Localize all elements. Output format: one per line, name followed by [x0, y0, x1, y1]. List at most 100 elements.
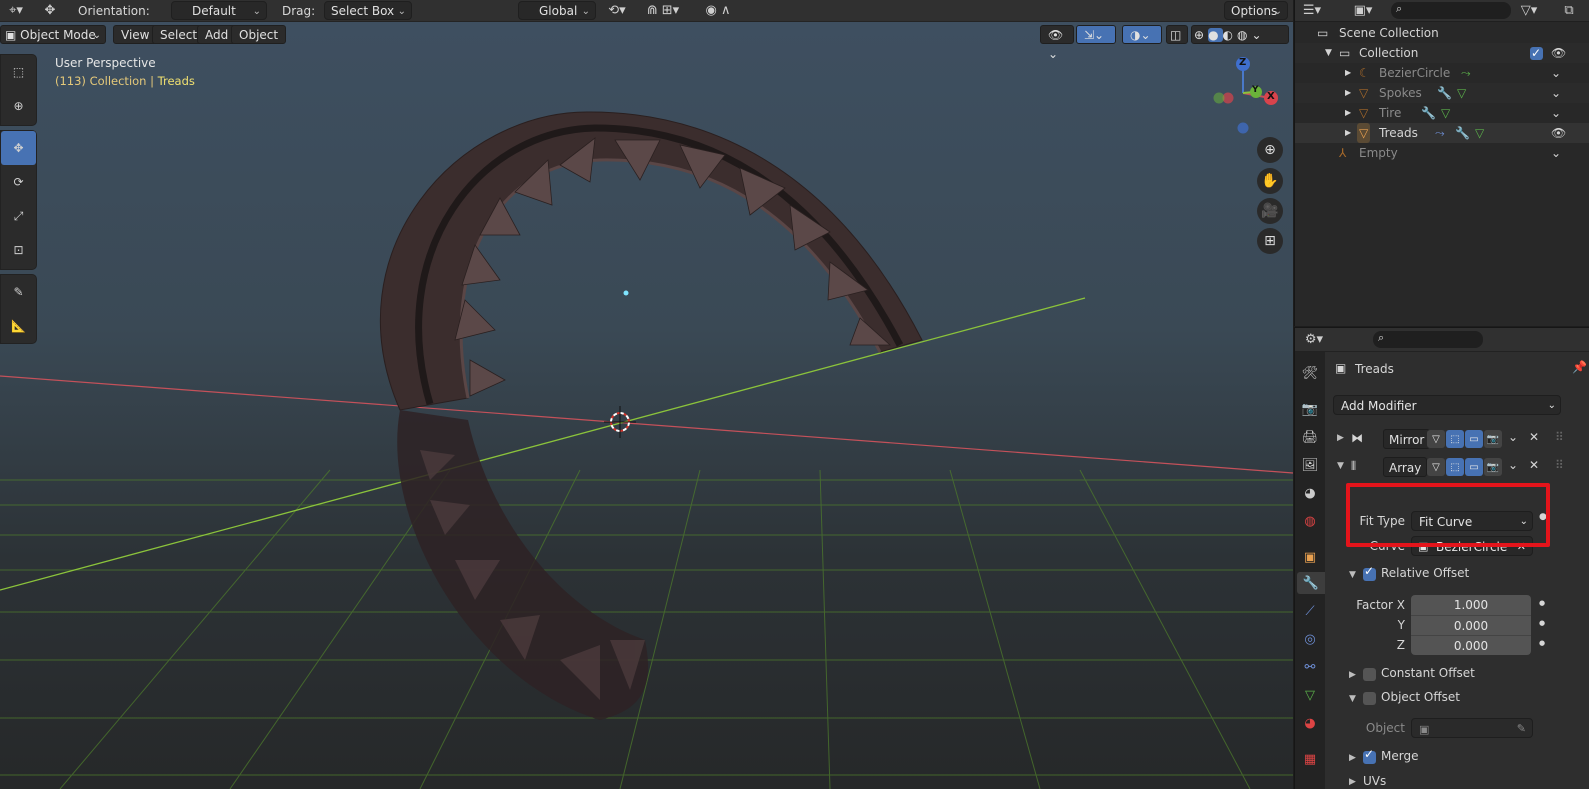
- particles-tab-icon[interactable]: ⟋: [1299, 600, 1321, 622]
- render-display-icon[interactable]: 📷: [1484, 458, 1502, 476]
- eye-icon[interactable]: 👁: [1551, 123, 1566, 143]
- expand-icon[interactable]: ▶: [1345, 83, 1351, 103]
- measure-icon[interactable]: 📐: [1, 309, 36, 343]
- rotate-icon[interactable]: ⟳: [1, 165, 36, 199]
- select-box-icon[interactable]: ⬚: [1, 55, 36, 89]
- drag-handle-icon[interactable]: ⠿: [1555, 430, 1564, 444]
- relative-offset-checkbox[interactable]: [1363, 564, 1376, 581]
- material-tab-icon[interactable]: ◕: [1299, 712, 1321, 734]
- modifier-name-field[interactable]: Mirror: [1383, 429, 1431, 449]
- move-icon[interactable]: ✥: [1, 131, 36, 165]
- properties-search-input[interactable]: ⌕: [1373, 331, 1483, 348]
- eye-icon[interactable]: 👁: [1551, 43, 1566, 63]
- visibility-dropdown[interactable]: 👁⌄: [1040, 25, 1074, 61]
- expand-icon[interactable]: ▶: [1349, 753, 1356, 763]
- shading-modes[interactable]: ⊕●◐◍⌄: [1191, 25, 1289, 44]
- new-collection-icon[interactable]: ⧉: [1557, 2, 1581, 20]
- close-icon[interactable]: ✕: [1529, 430, 1539, 444]
- menu-view[interactable]: View: [113, 25, 158, 44]
- chevron-down-icon[interactable]: ⌄: [1551, 63, 1561, 83]
- gizmo-toggle[interactable]: ⇲⌄: [1076, 25, 1116, 44]
- overlay-toggle[interactable]: ◑⌄: [1122, 25, 1162, 44]
- object-offset-checkbox[interactable]: [1363, 692, 1376, 705]
- drag-handle-icon[interactable]: ⠿: [1555, 458, 1564, 472]
- chevron-down-icon[interactable]: ⌄: [1551, 83, 1561, 103]
- view-layer-tab-icon[interactable]: 🖼: [1299, 454, 1321, 476]
- outliner-row-treads[interactable]: ▶ ▽ Treads ⤳ 🔧 ▽ 👁: [1295, 123, 1589, 143]
- keyframe-dot[interactable]: ●: [1539, 599, 1545, 607]
- modifier-name-field[interactable]: Array: [1383, 457, 1428, 477]
- constraints-tab-icon[interactable]: ⚯: [1299, 656, 1321, 678]
- merge-checkbox[interactable]: [1363, 747, 1376, 764]
- collapse-icon[interactable]: ▼: [1337, 461, 1344, 471]
- keyframe-dot[interactable]: ●: [1539, 639, 1545, 647]
- object-tab-icon[interactable]: ▣: [1299, 546, 1321, 568]
- chevron-down-icon[interactable]: ⌄: [1551, 103, 1561, 123]
- outliner-row-empty[interactable]: ⅄ Empty ⌄: [1295, 143, 1589, 163]
- exclude-checkbox[interactable]: [1530, 43, 1543, 63]
- menu-object[interactable]: Object: [231, 25, 287, 44]
- expand-icon[interactable]: ▼: [1349, 570, 1356, 580]
- tool-tab-icon[interactable]: 🛠: [1299, 362, 1321, 384]
- rendered-shading-icon[interactable]: ◍: [1237, 28, 1251, 42]
- collapse-icon[interactable]: ▼: [1349, 694, 1356, 704]
- keyframe-dot[interactable]: ●: [1539, 619, 1545, 627]
- chevron-down-icon[interactable]: ⌄: [1508, 458, 1518, 472]
- mode-dropdown[interactable]: ▣ Object Mode ⌄: [0, 25, 106, 44]
- physics-tab-icon[interactable]: ◎: [1299, 628, 1321, 650]
- chevron-down-icon[interactable]: ⌄: [1551, 143, 1561, 163]
- ortho-grid-icon[interactable]: ⊞: [1257, 228, 1283, 254]
- outliner-row-collection[interactable]: ▼ ▭ Collection 👁: [1295, 43, 1589, 63]
- zoom-icon[interactable]: ⊕: [1257, 137, 1283, 163]
- pan-hand-icon[interactable]: ✋: [1257, 168, 1283, 194]
- close-icon[interactable]: ✕: [1529, 458, 1539, 472]
- filter-icon[interactable]: ▽▾: [1517, 2, 1541, 20]
- annotate-icon[interactable]: ✎: [1, 275, 36, 309]
- properties-editor-icon[interactable]: ⚙▾: [1301, 331, 1327, 349]
- drag-dropdown[interactable]: Select Box ⌄: [324, 1, 412, 20]
- expand-icon[interactable]: ▶: [1345, 103, 1351, 123]
- pin-icon[interactable]: 📌: [1572, 360, 1587, 374]
- eyedropper-icon[interactable]: ✎: [1517, 719, 1526, 739]
- 3d-viewport[interactable]: Z X Y ▣ Object Mode ⌄ View Select Add Ob…: [0, 22, 1293, 789]
- outliner-row-scene-collection[interactable]: ▭ Scene Collection: [1295, 23, 1589, 43]
- chevron-down-icon[interactable]: ⌄: [1252, 28, 1266, 42]
- xray-toggle[interactable]: ◫: [1166, 25, 1188, 44]
- world-tab-icon[interactable]: ◍: [1299, 510, 1321, 532]
- cursor-icon[interactable]: ⊕: [1, 89, 36, 123]
- transform-icon[interactable]: ⊡: [1, 233, 36, 267]
- add-modifier-dropdown[interactable]: Add Modifier ⌄: [1333, 395, 1561, 415]
- pivot-point-icon[interactable]: ⟲▾: [603, 2, 631, 20]
- data-tab-icon[interactable]: ▽: [1299, 684, 1321, 706]
- wireframe-shading-icon[interactable]: ⊕: [1194, 28, 1208, 42]
- transform-orientation-dropdown[interactable]: Global ⌄: [518, 1, 596, 20]
- factor-y-field[interactable]: 0.000: [1411, 615, 1531, 635]
- material-shading-icon[interactable]: ◐: [1223, 28, 1237, 42]
- proportional-edit-icon[interactable]: ◉ ∧: [694, 2, 742, 20]
- outliner-search-input[interactable]: ⌕: [1391, 2, 1511, 19]
- expand-icon[interactable]: ▶: [1349, 670, 1356, 680]
- expand-icon[interactable]: ▶: [1349, 777, 1356, 787]
- 3d-cursor[interactable]: [604, 406, 636, 438]
- chevron-down-icon[interactable]: ⌄: [1508, 430, 1518, 444]
- expand-icon[interactable]: ▶: [1337, 433, 1344, 443]
- modifier-tab-icon[interactable]: 🔧: [1297, 572, 1325, 594]
- options-dropdown[interactable]: Options ⌄: [1224, 1, 1288, 20]
- modifier-mirror[interactable]: ▶ ⧓ Mirror ▽ ⬚ ▭ 📷 ⌄ ✕ ⠿: [1333, 427, 1586, 451]
- solid-shading-icon[interactable]: ●: [1208, 28, 1223, 42]
- outliner-row-spokes[interactable]: ▶ ▽ Spokes 🔧 ▽ ⌄: [1295, 83, 1589, 103]
- outliner-row-beziercircle[interactable]: ▶ ☾ BezierCircle ⤳ ⌄: [1295, 63, 1589, 83]
- factor-x-field[interactable]: 1.000: [1411, 595, 1531, 615]
- render-tab-icon[interactable]: 📷: [1299, 398, 1321, 420]
- edit-mode-icon[interactable]: ⬚: [1446, 430, 1464, 448]
- constant-offset-checkbox[interactable]: [1363, 668, 1376, 681]
- outliner-editor-icon[interactable]: ☰▾: [1299, 2, 1325, 20]
- output-tab-icon[interactable]: 🖨: [1299, 426, 1321, 448]
- modifier-array[interactable]: ▼ ⫴ Array ▽ ⬚ ▭ 📷 ⌄ ✕ ⠿: [1333, 455, 1586, 479]
- expand-icon[interactable]: ▶: [1345, 123, 1351, 143]
- display-mode-icon[interactable]: ▣▾: [1349, 2, 1377, 20]
- edit-mode-cage-icon[interactable]: ▽: [1427, 458, 1445, 476]
- texture-tab-icon[interactable]: ▦: [1299, 748, 1321, 770]
- viewport-display-icon[interactable]: ▭: [1465, 430, 1483, 448]
- offset-object-field[interactable]: ▣ ✎: [1411, 718, 1533, 738]
